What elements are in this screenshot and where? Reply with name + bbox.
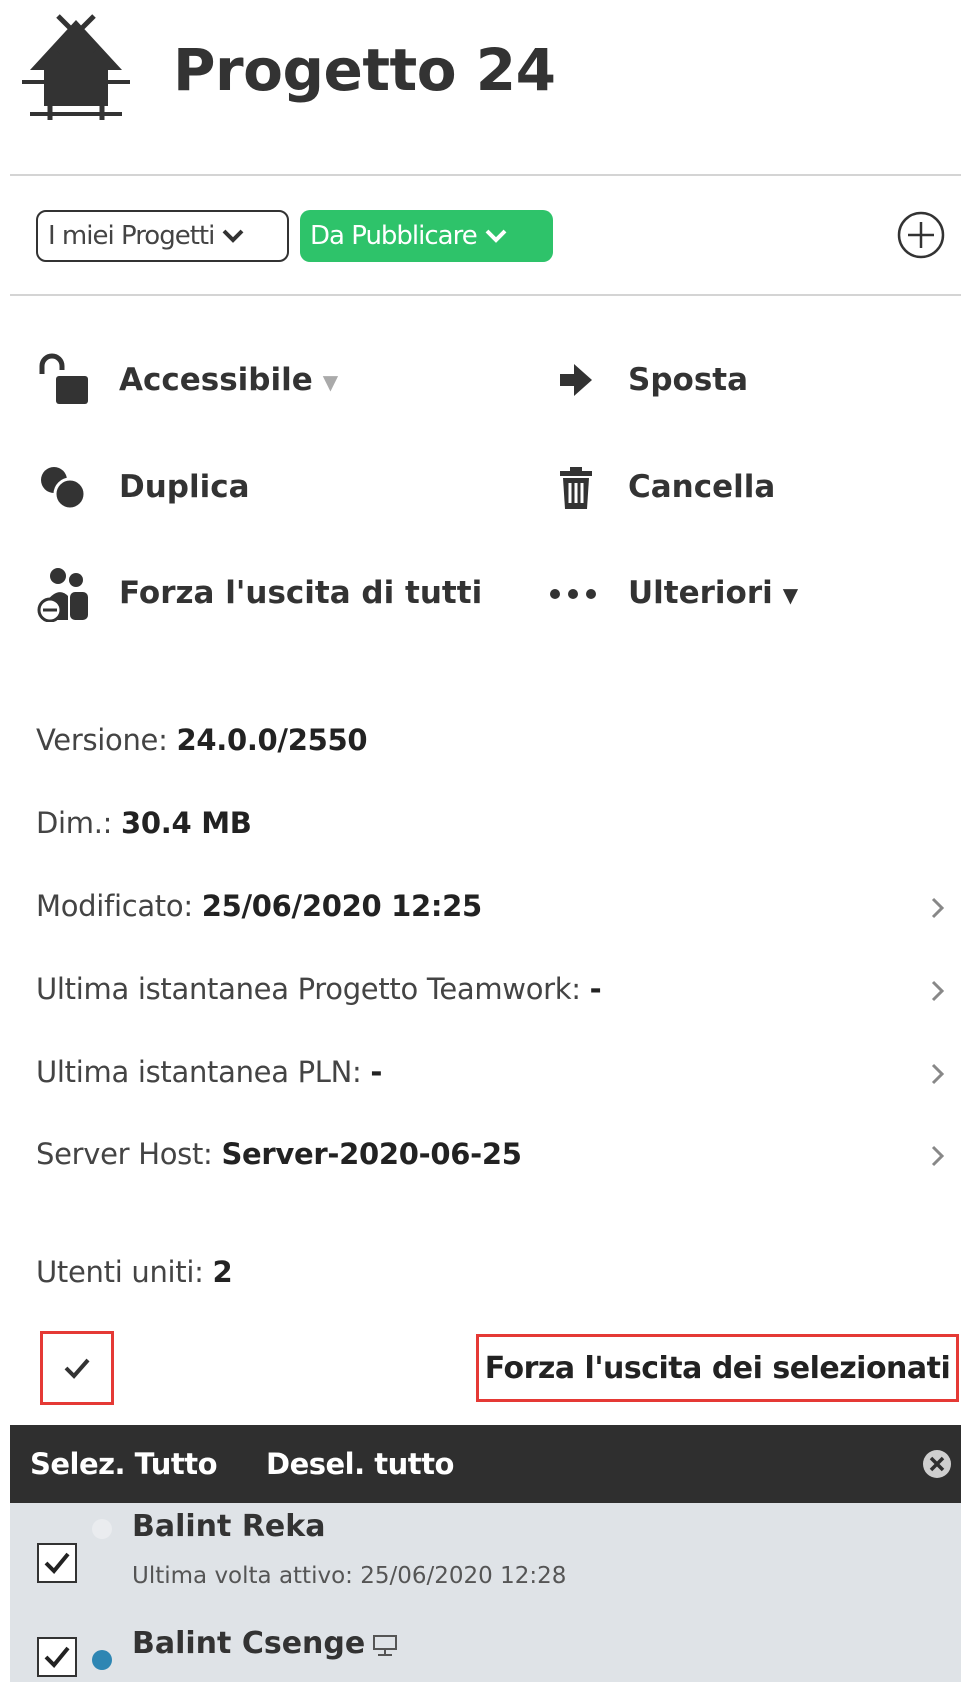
force-all-action[interactable]: Forza l'uscita di tutti [119,573,482,613]
page-title: Progetto 24 [173,36,556,104]
duplicate-label: Duplica [119,469,250,505]
check-icon [44,1552,70,1574]
house-icon [20,14,132,122]
force-selected-button[interactable]: Forza l'uscita dei selezionati [476,1334,959,1402]
caret-down-icon: ▼ [322,369,339,394]
user-name: Balint Csenge [132,1626,366,1661]
version-label: Versione: [36,723,177,757]
close-icon[interactable] [922,1449,952,1479]
arrow-right-icon [548,352,604,408]
unlock-icon [36,352,92,408]
delete-action[interactable]: Cancella [628,467,775,507]
user-name: Balint Reka [132,1509,326,1544]
joined-label: Utenti uniti: [36,1255,213,1289]
divider [10,174,961,176]
duplicate-action[interactable]: Duplica [119,467,250,507]
more-icon [548,566,604,622]
modified-row[interactable]: Modificato: 25/06/2020 12:25 [36,886,482,926]
user-last-active: Ultima volta attivo: 25/06/2020 12:28 [132,1563,567,1589]
check-icon [64,1358,90,1379]
divider [10,294,961,296]
my-projects-dropdown[interactable]: I miei Progetti [36,210,289,262]
accessible-action[interactable]: Accessibile ▼ [119,360,338,402]
my-projects-label: I miei Progetti [48,221,215,251]
delete-label: Cancella [628,469,776,505]
host-label: Server Host: [36,1137,222,1171]
caret-down-icon: ▼ [782,582,799,607]
size-row: Dim.: 30.4 MB [36,803,252,843]
status-dropdown[interactable]: Da Pubblicare [300,210,553,262]
users-kick-icon [36,566,92,622]
force-selected-label: Forza l'uscita dei selezionati [484,1350,951,1386]
modified-value: 25/06/2020 12:25 [201,889,483,923]
selection-mode-toggle[interactable] [40,1331,114,1405]
size-value: 30.4 MB [121,806,252,840]
select-all-button[interactable]: Selez. Tutto [30,1425,218,1503]
force-all-label: Forza l'uscita di tutti [119,575,483,611]
version-value: 24.0.0/2550 [176,723,368,757]
check-icon [44,1646,70,1668]
user-checkbox[interactable] [37,1543,77,1583]
version-row: Versione: 24.0.0/2550 [36,720,368,760]
pln-snapshot-row[interactable]: Ultima istantanea PLN: - [36,1052,382,1092]
pln-label: Ultima istantanea PLN: [36,1055,371,1089]
more-label: Ulteriori [628,575,773,611]
more-action[interactable]: Ulteriori ▼ [628,573,798,615]
accessible-label: Accessibile [119,362,313,398]
selection-toolbar: Selez. Tutto Desel. tutto [10,1425,961,1503]
joined-count: 2 [212,1255,233,1289]
server-host-row[interactable]: Server Host: Server-2020-06-25 [36,1134,522,1174]
size-label: Dim.: [36,806,122,840]
chevron-right-icon[interactable] [928,1142,948,1170]
chevron-down-icon [222,221,244,251]
user-checkbox[interactable] [37,1637,77,1677]
trash-icon [548,460,604,516]
monitor-icon [372,1634,398,1658]
chevron-right-icon[interactable] [928,977,948,1005]
chevron-right-icon[interactable] [928,1060,948,1088]
modified-label: Modificato: [36,889,202,923]
status-label: Da Pubblicare [310,221,478,251]
deselect-all-button[interactable]: Desel. tutto [266,1425,454,1503]
chevron-down-icon [485,221,507,251]
teamwork-value: - [589,972,602,1006]
host-value: Server-2020-06-25 [221,1137,522,1171]
status-dot [92,1519,112,1539]
move-label: Sposta [628,362,749,398]
move-action[interactable]: Sposta [628,360,748,400]
user-list: Balint Reka Ultima volta attivo: 25/06/2… [10,1503,961,1682]
duplicate-icon [36,460,92,516]
status-dot [92,1650,112,1670]
joined-users-row: Utenti uniti: 2 [36,1252,233,1292]
plus-circle-icon[interactable] [896,210,946,260]
teamwork-snapshot-row[interactable]: Ultima istantanea Progetto Teamwork: - [36,969,602,1009]
teamwork-label: Ultima istantanea Progetto Teamwork: [36,972,590,1006]
pln-value: - [370,1055,383,1089]
chevron-right-icon[interactable] [928,894,948,922]
